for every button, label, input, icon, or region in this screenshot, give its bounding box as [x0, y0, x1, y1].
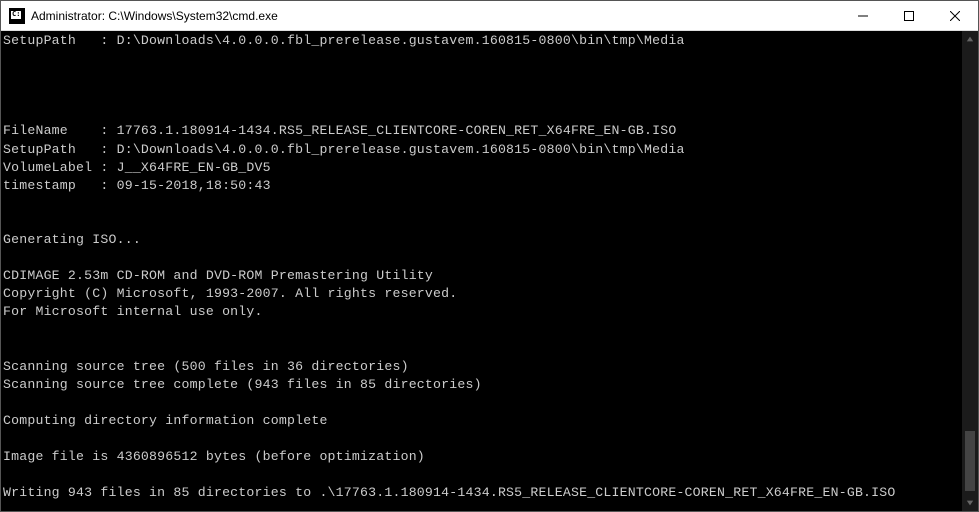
window-title: Administrator: C:\Windows\System32\cmd.e…: [31, 9, 840, 23]
cmd-icon: C:\: [9, 8, 25, 24]
scroll-thumb[interactable]: [965, 431, 975, 491]
terminal-output[interactable]: SetupPath : D:\Downloads\4.0.0.0.fbl_pre…: [1, 31, 962, 511]
close-button[interactable]: [932, 1, 978, 30]
scroll-down-button[interactable]: [962, 495, 978, 511]
maximize-button[interactable]: [886, 1, 932, 30]
window-controls: [840, 1, 978, 30]
titlebar: C:\ Administrator: C:\Windows\System32\c…: [1, 1, 978, 31]
minimize-button[interactable]: [840, 1, 886, 30]
scroll-up-button[interactable]: [962, 31, 978, 47]
vertical-scrollbar[interactable]: [962, 31, 978, 511]
